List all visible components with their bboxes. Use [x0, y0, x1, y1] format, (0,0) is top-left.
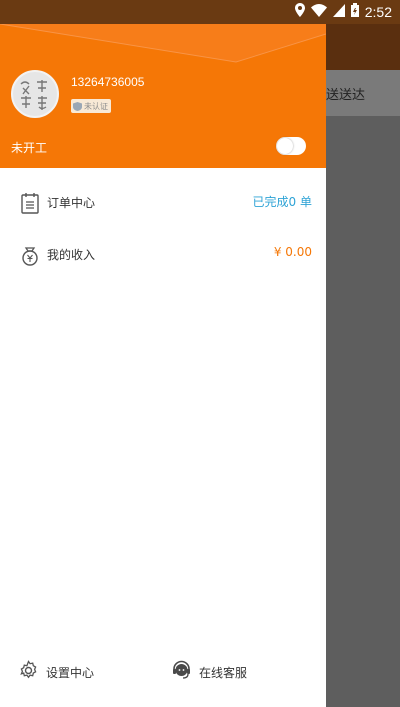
work-status-toggle[interactable] [276, 137, 306, 155]
online-support-button[interactable]: 在线客服 [171, 660, 247, 684]
verification-badge-label: 未认证 [84, 101, 108, 111]
signal-icon [332, 3, 345, 21]
my-income-label: 我的收入 [47, 248, 96, 262]
status-icons: 2:52 [294, 3, 392, 21]
income-bag-icon [19, 244, 41, 266]
drawer-header: 13264736005 未认证 未开工 [0, 24, 326, 168]
menu-item-my-income[interactable]: 我的收入 ¥ 0.00 [0, 234, 326, 274]
status-bar: 2:52 [0, 0, 400, 24]
location-icon [294, 3, 305, 21]
clock-time: 2:52 [364, 4, 392, 20]
headset-icon [171, 660, 192, 685]
gear-icon [18, 659, 39, 685]
background-tab-label: 送送达 [326, 88, 366, 103]
income-amount: ¥ 0.00 [273, 245, 312, 259]
work-status-label: 未开工 [11, 141, 48, 155]
wifi-icon [310, 3, 327, 21]
navigation-drawer: 13264736005 未认证 未开工 订单中心 已完成0 单 我的收入 ¥ 0… [0, 24, 326, 707]
shield-icon [73, 101, 82, 111]
user-phone: 13264736005 [71, 75, 145, 89]
order-list-icon [19, 192, 41, 214]
menu-item-order-center[interactable]: 订单中心 已完成0 单 [0, 182, 326, 222]
completed-orders-count: 已完成0 单 [252, 195, 312, 209]
settings-center-label: 设置中心 [46, 665, 95, 680]
verification-badge: 未认证 [71, 99, 111, 113]
toggle-knob [277, 138, 293, 154]
avatar-logo-icon [20, 80, 47, 110]
online-support-label: 在线客服 [199, 665, 248, 680]
battery-icon [350, 3, 359, 21]
settings-center-button[interactable]: 设置中心 [18, 659, 95, 685]
order-center-label: 订单中心 [47, 196, 96, 210]
avatar[interactable] [11, 70, 59, 118]
